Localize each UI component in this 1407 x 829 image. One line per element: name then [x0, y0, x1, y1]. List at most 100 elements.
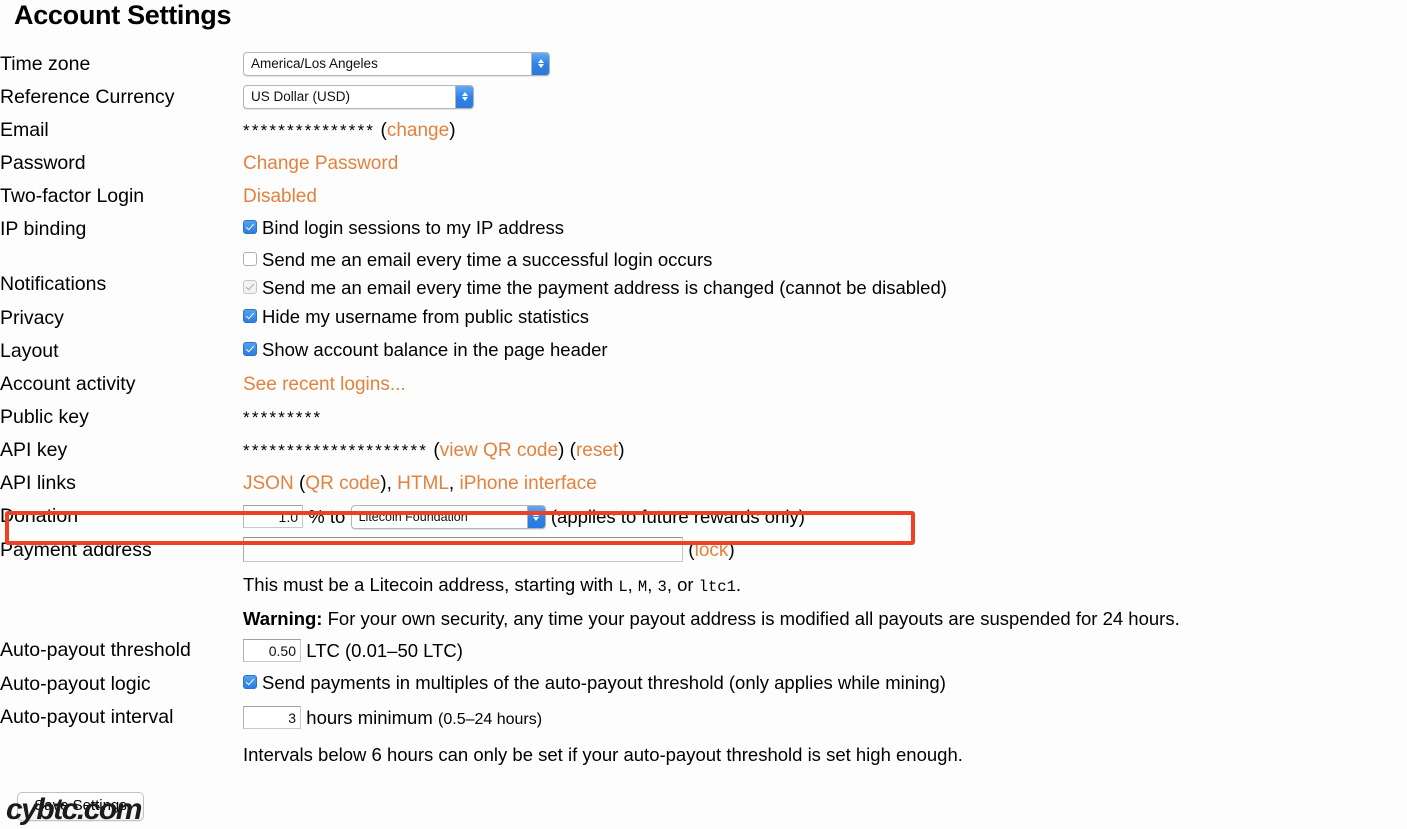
- public-key-masked-value: *********: [243, 408, 323, 427]
- api-link-qr-code[interactable]: QR code: [305, 473, 380, 494]
- label-email: Email: [0, 119, 49, 141]
- auto-payout-threshold-suffix: LTC (0.01–50 LTC): [306, 640, 463, 661]
- row-layout: Layout Show account balance in the page …: [0, 335, 1400, 368]
- layout-checkbox[interactable]: [243, 342, 257, 357]
- separator-comma: ,: [448, 473, 460, 494]
- api-link-json[interactable]: JSON: [243, 473, 294, 494]
- layout-checkbox-row[interactable]: Show account balance in the page header: [243, 335, 1400, 364]
- recent-logins-link[interactable]: See recent logins...: [243, 374, 406, 395]
- row-two-factor: Two-factor Login Disabled: [0, 180, 1400, 213]
- payment-address-warning: Warning: For your own security, any time…: [243, 603, 1400, 634]
- ip-binding-checkbox-row[interactable]: Bind login sessions to my IP address: [243, 213, 1400, 242]
- privacy-checkbox[interactable]: [243, 309, 257, 324]
- api-link-html[interactable]: HTML: [397, 473, 449, 494]
- separator: ,: [647, 574, 658, 595]
- donation-note: (applies to future rewards only): [550, 506, 805, 527]
- auto-payout-logic-label: Send payments in multiples of the auto-p…: [262, 672, 946, 693]
- address-prefix-code-3: 3: [657, 578, 667, 596]
- row-donation: Donation % to Litecoin Foundation (appli…: [0, 500, 1400, 534]
- row-ip-binding: IP binding Bind login sessions to my IP …: [0, 213, 1400, 246]
- label-auto-payout-logic: Auto-payout logic: [0, 673, 151, 695]
- address-prefix-code-l: L: [618, 578, 628, 596]
- paren-close: ): [449, 120, 456, 141]
- notification-payment-address-checkbox: [243, 280, 257, 295]
- api-key-reset-link[interactable]: reset: [576, 440, 618, 461]
- label-auto-payout-threshold: Auto-payout threshold: [0, 639, 191, 661]
- layout-checkbox-label: Show account balance in the page header: [262, 339, 608, 360]
- payment-address-help-prefix: This must be a Litecoin address, startin…: [243, 574, 619, 595]
- watermark: cybtc.com: [6, 793, 142, 826]
- auto-payout-interval-hint: (0.5–24 hours): [438, 711, 543, 728]
- chevron-updown-icon[interactable]: [455, 85, 473, 108]
- settings-table: Time zone America/Los Angeles Reference …: [0, 48, 1400, 770]
- email-masked-value: ***************: [243, 121, 376, 140]
- label-privacy: Privacy: [0, 307, 64, 329]
- auto-payout-interval-note: Intervals below 6 hours can only be set …: [243, 744, 963, 765]
- label-layout: Layout: [0, 340, 59, 362]
- notification-login-label: Send me an email every time a successful…: [262, 249, 713, 270]
- auto-payout-threshold-input[interactable]: [243, 639, 301, 663]
- row-auto-payout-interval: Auto-payout interval hours minimum (0.5–…: [0, 701, 1400, 770]
- row-payment-address: Payment address (lock) This must be a Li…: [0, 534, 1400, 634]
- auto-payout-logic-checkbox[interactable]: [243, 675, 257, 690]
- label-timezone: Time zone: [0, 53, 91, 75]
- notification-login-checkbox[interactable]: [243, 252, 257, 267]
- auto-payout-logic-checkbox-row[interactable]: Send payments in multiples of the auto-p…: [243, 668, 1400, 697]
- payment-address-lock-link[interactable]: lock: [695, 540, 729, 561]
- chevron-updown-icon[interactable]: [526, 505, 545, 528]
- change-password-link[interactable]: Change Password: [243, 153, 398, 174]
- auto-payout-interval-input[interactable]: [243, 706, 301, 730]
- label-public-key: Public key: [0, 406, 89, 428]
- auto-payout-interval-suffix: hours minimum: [306, 707, 433, 728]
- address-prefix-code-ltc1: ltc1: [698, 578, 736, 596]
- warning-text: For your own security, any time your pay…: [322, 608, 1180, 629]
- label-notifications: Notifications: [0, 273, 107, 295]
- separator-comma: ,: [386, 473, 398, 494]
- donation-recipient-value: Litecoin Foundation: [358, 509, 468, 524]
- period: .: [735, 574, 742, 595]
- reference-currency-select[interactable]: US Dollar (USD): [243, 84, 474, 109]
- timezone-select-value: America/Los Angeles: [251, 55, 378, 71]
- donation-recipient-select[interactable]: Litecoin Foundation: [350, 504, 546, 529]
- label-donation: Donation: [0, 505, 79, 527]
- row-public-key: Public key *********: [0, 401, 1400, 434]
- row-notifications: Notifications Send me an email every tim…: [0, 246, 1400, 302]
- separator: ,: [627, 574, 638, 595]
- payment-address-help: This must be a Litecoin address, startin…: [243, 569, 1400, 603]
- label-payment-address: Payment address: [0, 539, 152, 561]
- notification-payment-address-row: Send me an email every time the payment …: [243, 274, 1400, 302]
- ip-binding-checkbox-label: Bind login sessions to my IP address: [262, 217, 564, 238]
- email-change-link[interactable]: change: [387, 120, 449, 141]
- notification-login-row[interactable]: Send me an email every time a successful…: [243, 246, 1400, 274]
- paren-close: ): [558, 440, 565, 461]
- donation-percent-symbol: % to: [308, 506, 346, 527]
- row-auto-payout-threshold: Auto-payout threshold LTC (0.01–50 LTC): [0, 634, 1400, 668]
- ip-binding-checkbox[interactable]: [243, 220, 257, 235]
- privacy-checkbox-label: Hide my username from public statistics: [262, 306, 589, 327]
- row-email: Email *************** (change): [0, 114, 1400, 147]
- separator: , or: [666, 574, 699, 595]
- paren-close: ): [728, 540, 735, 561]
- api-key-view-qr-link[interactable]: view QR code: [440, 440, 558, 461]
- row-reference-currency: Reference Currency US Dollar (USD): [0, 81, 1400, 114]
- api-link-iphone[interactable]: iPhone interface: [459, 473, 596, 494]
- label-reference-currency: Reference Currency: [0, 86, 175, 108]
- payment-address-input[interactable]: [243, 537, 683, 563]
- label-account-activity: Account activity: [0, 373, 136, 395]
- chevron-updown-icon[interactable]: [531, 52, 549, 75]
- notification-payment-address-label: Send me an email every time the payment …: [262, 277, 947, 298]
- address-prefix-code-m: M: [637, 578, 648, 596]
- label-two-factor: Two-factor Login: [0, 185, 145, 207]
- label-auto-payout-interval: Auto-payout interval: [0, 706, 174, 728]
- timezone-select[interactable]: America/Los Angeles: [243, 51, 550, 76]
- page-title: Account Settings: [14, 0, 232, 30]
- label-api-links: API links: [0, 472, 76, 494]
- warning-label: Warning:: [243, 608, 323, 629]
- account-settings-page: Account Settings Time zone America/Los A…: [0, 0, 1407, 829]
- row-auto-payout-logic: Auto-payout logic Send payments in multi…: [0, 668, 1400, 701]
- donation-percent-input[interactable]: [243, 505, 303, 529]
- row-privacy: Privacy Hide my username from public sta…: [0, 302, 1400, 335]
- two-factor-status-link[interactable]: Disabled: [243, 186, 317, 207]
- reference-currency-select-value: US Dollar (USD): [251, 88, 351, 104]
- privacy-checkbox-row[interactable]: Hide my username from public statistics: [243, 302, 1400, 331]
